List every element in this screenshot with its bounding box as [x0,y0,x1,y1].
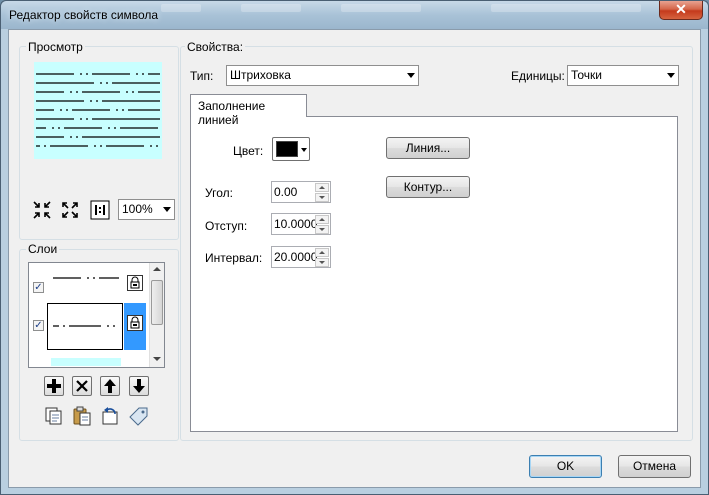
lock-icon[interactable] [127,315,143,331]
cancel-button[interactable]: Отмена [618,455,691,478]
chevron-down-icon [163,207,171,212]
interval-spinner[interactable]: 20.0000 [271,246,331,268]
offset-label: Отступ: [205,219,248,233]
angle-spinner[interactable]: 0.00 [271,181,331,203]
type-value: Штриховка [230,68,291,82]
reset-layer-button[interactable] [100,406,120,426]
spin-up-icon[interactable] [315,248,329,257]
scroll-up-icon[interactable] [153,267,161,271]
layer-item-selected[interactable]: ✓ [29,303,149,351]
arrow-down-icon [133,379,145,393]
line-button[interactable]: Линия... [386,137,470,159]
chevron-down-icon [301,148,307,152]
spin-down-icon[interactable] [315,193,329,202]
undo-icon [102,407,118,425]
chevron-down-icon [407,73,415,78]
close-button[interactable]: ✕ [659,1,703,20]
layer-visible-checkbox[interactable]: ✓ [33,282,44,293]
color-picker[interactable] [272,137,310,161]
one-to-one-icon [90,200,110,220]
interval-value: 20.0000 [274,250,318,264]
add-layer-button[interactable] [44,376,64,396]
plus-icon [47,379,61,393]
zoom-actual-button[interactable] [90,200,110,220]
lock-icon[interactable] [127,275,143,291]
spin-up-icon[interactable] [315,215,329,224]
paste-layer-button[interactable] [72,406,92,426]
dialog-client: Просмотр 100% Слои ✓ ✓ Свойства: Тип: Шт… [8,29,701,488]
collapse-arrows-icon [33,201,51,219]
window-title: Редактор свойств символа [9,8,159,22]
zoom-select[interactable]: 100% [118,199,175,220]
layer-line-preview [53,277,119,279]
move-layer-up-button[interactable] [100,376,120,396]
units-value: Точки [571,68,603,82]
angle-value: 0.00 [274,185,298,199]
spin-down-icon[interactable] [315,258,329,267]
zoom-value: 100% [122,202,153,216]
layers-group-label: Слои [26,242,60,256]
title-bar[interactable]: Редактор свойств символа ✕ [1,1,708,29]
delete-icon [76,380,88,392]
properties-group-label: Свойства: [185,40,246,54]
color-swatch [276,141,298,157]
tag-icon [129,407,148,426]
units-label: Единицы: [511,69,565,83]
spin-up-icon[interactable] [315,183,329,192]
offset-spinner[interactable]: 10.0000 [271,213,331,235]
units-select[interactable]: Точки [567,65,679,86]
layer-properties-button[interactable] [129,406,149,426]
layer-line-preview [53,325,115,327]
scroll-down-icon[interactable] [153,357,161,361]
offset-value: 10.0000 [274,217,318,231]
tab-panel-line-fill [190,116,678,432]
copy-icon [45,407,62,425]
arrow-up-icon [104,379,116,393]
background-ghost [161,4,201,12]
dialog-window: Редактор свойств символа ✕ Просмотр 100%… [0,0,709,495]
spin-down-icon[interactable] [315,225,329,234]
copy-layer-button[interactable] [44,406,64,426]
scroll-thumb[interactable] [151,280,163,325]
angle-label: Угол: [205,186,233,200]
contour-button[interactable]: Контур... [386,176,470,198]
ok-button[interactable]: OK [529,455,602,478]
layer-list[interactable]: ✓ ✓ [28,262,165,368]
background-ghost [241,4,301,12]
layer-scrollbar[interactable] [149,263,164,367]
chevron-down-icon [667,73,675,78]
layer-item[interactable]: ✓ [29,263,149,293]
type-label: Тип: [190,69,214,83]
preview-canvas [34,62,162,159]
remove-layer-button[interactable] [72,376,92,396]
preview-group-label: Просмотр [26,40,85,54]
paste-icon [73,406,91,426]
expand-arrows-icon [62,202,78,218]
tab-line-fill[interactable]: Заполнение линией [190,94,307,127]
type-select[interactable]: Штриховка [226,65,419,86]
color-label: Цвет: [233,144,264,158]
zoom-fit-button[interactable] [32,200,52,220]
layer-visible-checkbox[interactable]: ✓ [33,320,44,331]
move-layer-down-button[interactable] [129,376,149,396]
background-ghost [341,4,421,12]
interval-label: Интервал: [205,251,263,265]
zoom-full-button[interactable] [60,200,80,220]
layer-item-preview [51,358,121,366]
background-ghost [491,4,641,12]
